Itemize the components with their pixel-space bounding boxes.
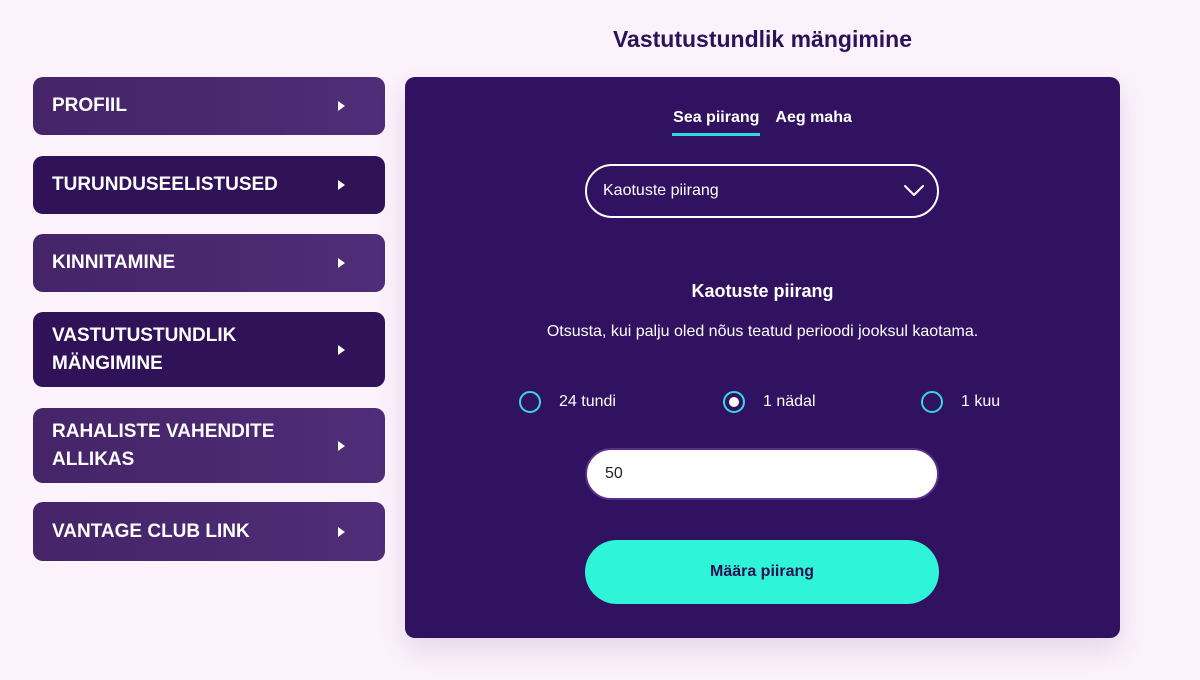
radio-circle[interactable]	[921, 391, 943, 413]
section-title: Kaotuste piirang	[691, 281, 834, 301]
caret-right-icon	[338, 440, 345, 451]
radio-1-month[interactable]: 1 kuu	[921, 391, 1000, 413]
limit-type-select-value: Kaotuste piirang	[603, 182, 719, 199]
caret-right-icon	[338, 344, 345, 355]
sidebar-item-label: TURUNDUSEELISTUSED	[52, 174, 278, 195]
caret-right-icon	[338, 180, 345, 190]
tab-time-out[interactable]: Aeg maha	[774, 107, 852, 136]
radio-label: 1 kuu	[961, 393, 1001, 410]
radio-label: 24 tundi	[559, 393, 616, 410]
sidebar-item-label: KINNITAMINE	[52, 252, 176, 273]
radio-circle[interactable]	[519, 391, 541, 413]
sidebar-item-vantage-club-link[interactable]: VANTAGE CLUB LINK	[33, 502, 385, 561]
sidebar-item-source-of-funds[interactable]: RAHALISTE VAHENDITE ALLIKAS	[33, 408, 385, 483]
set-limit-button[interactable]: Määra piirang	[585, 540, 939, 604]
chevron-down-icon	[904, 185, 924, 196]
radio-circle[interactable]	[723, 391, 745, 413]
sidebar-item-verification[interactable]: KINNITAMINE	[33, 234, 385, 292]
sidebar-item-label: VASTUTUSTUNDLIK MÄNGIMINE	[52, 324, 237, 374]
tab-bar: Sea piirang Aeg maha	[405, 107, 1120, 136]
sidebar-item-label: PROFIIL	[52, 95, 127, 116]
page-title: Vastutustundlik mängimine	[612, 26, 913, 52]
sidebar-item-profile[interactable]: PROFIIL	[33, 77, 385, 135]
limit-amount-input[interactable]	[585, 448, 939, 500]
caret-right-icon	[338, 526, 345, 537]
sidebar-item-label: RAHALISTE VAHENDITE ALLIKAS	[52, 420, 275, 470]
limit-type-select[interactable]: Kaotuste piirang	[585, 164, 939, 218]
caret-right-icon	[338, 101, 345, 111]
radio-1-week[interactable]: 1 nädal	[723, 391, 816, 413]
limits-panel: Sea piirang Aeg maha Kaotuste piirang Ka…	[405, 77, 1120, 638]
sidebar-item-marketing[interactable]: TURUNDUSEELISTUSED	[33, 156, 385, 214]
sidebar-item-label: VANTAGE CLUB LINK	[52, 520, 250, 542]
caret-right-icon	[338, 258, 345, 268]
sidebar-item-responsible-gaming[interactable]: VASTUTUSTUNDLIK MÄNGIMINE	[33, 312, 385, 387]
radio-24-hours[interactable]: 24 tundi	[519, 391, 616, 413]
radio-label: 1 nädal	[763, 393, 816, 410]
tab-set-limit[interactable]: Sea piirang	[672, 107, 761, 136]
section-description: Otsusta, kui palju oled nõus teatud peri…	[546, 323, 979, 340]
